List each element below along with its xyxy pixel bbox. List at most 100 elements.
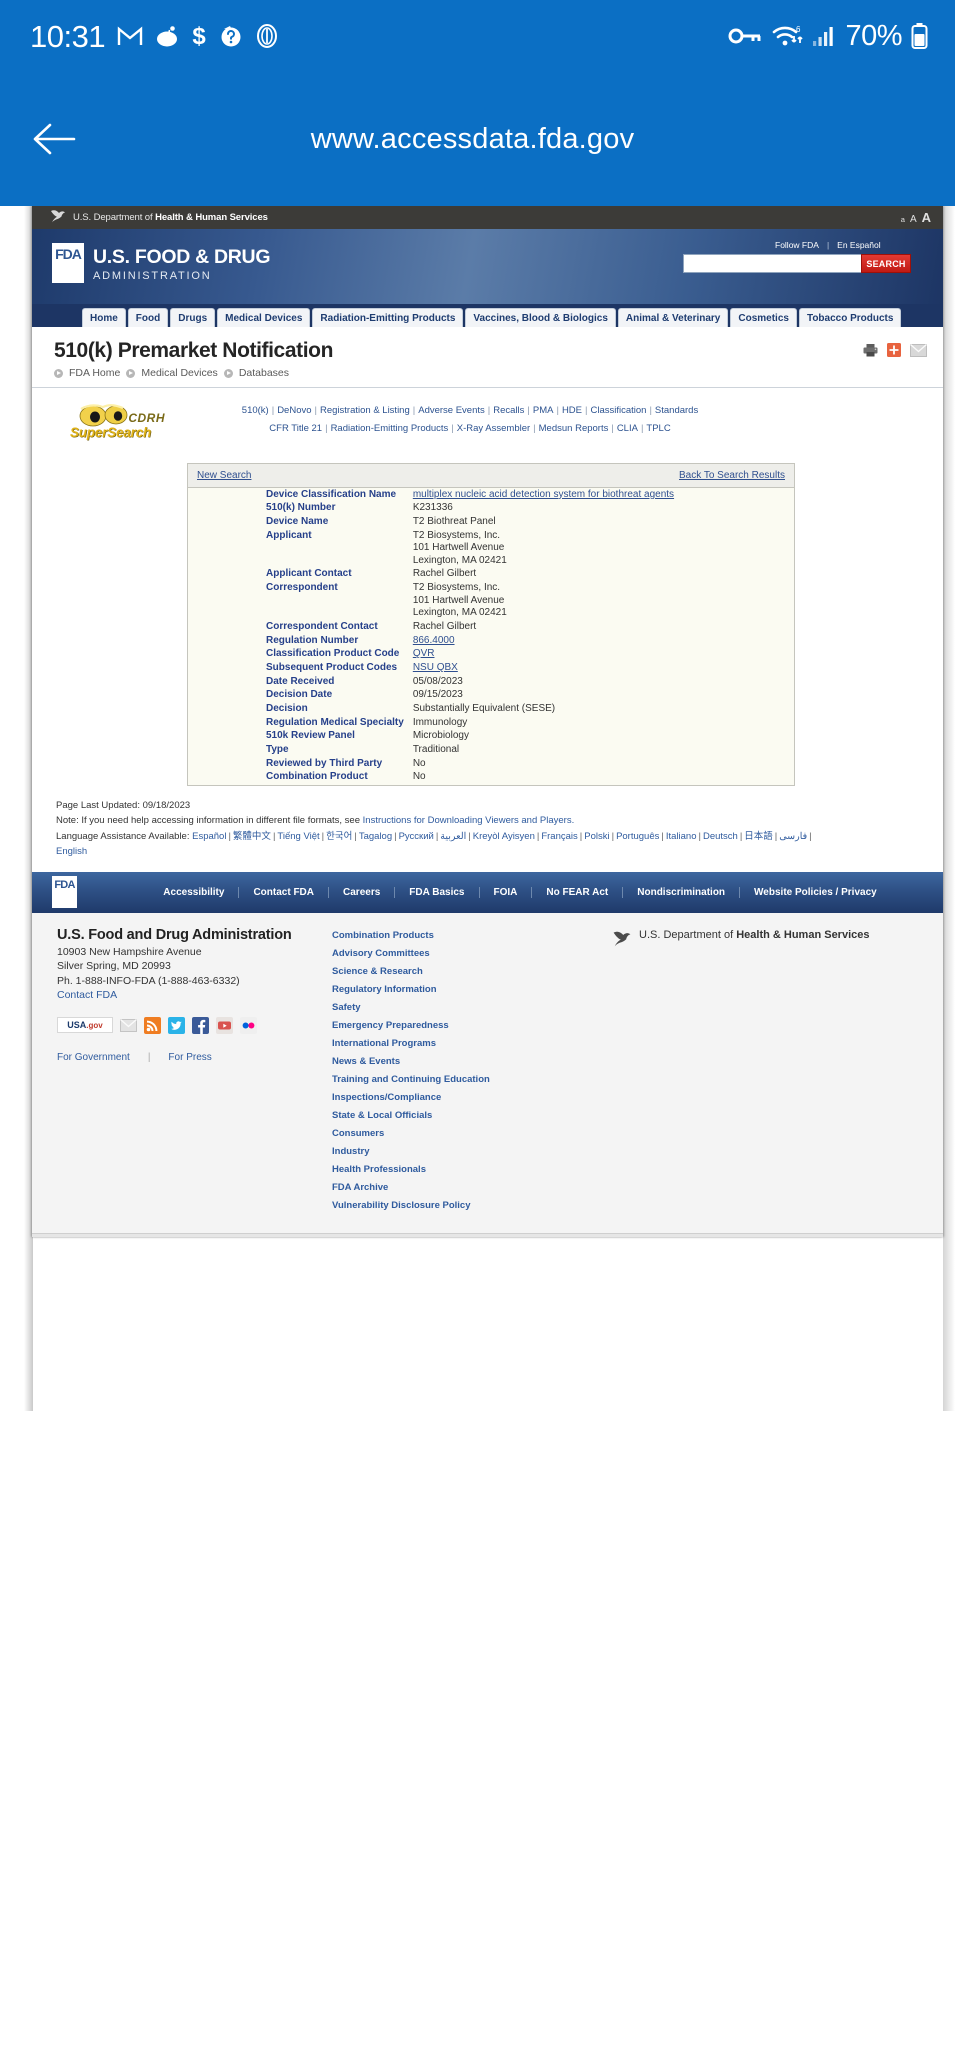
follow-fda-link[interactable]: Follow FDA [775, 240, 819, 250]
email-icon[interactable] [910, 343, 927, 362]
lang-chinese[interactable]: 繁體中文 [233, 831, 271, 842]
nav-tab-vaccines-blood-biologics[interactable]: Vaccines, Blood & Biologics [465, 308, 616, 327]
footer-link-website-policies-privacy[interactable]: Website Policies / Privacy [740, 887, 891, 898]
footer-link-no-fear-act[interactable]: No FEAR Act [532, 886, 624, 898]
nav-tab-drugs[interactable]: Drugs [170, 308, 216, 327]
footer-link-careers[interactable]: Careers [329, 886, 396, 898]
breadcrumb-item-fda-home[interactable]: FDA Home [69, 367, 120, 379]
lang-arabic[interactable]: العربية [440, 831, 466, 842]
search-button[interactable]: SEARCH [861, 254, 911, 273]
lang-russian[interactable]: Русский [399, 831, 434, 842]
footer-contact-fda-link[interactable]: Contact FDA [57, 989, 117, 1001]
footer-link-foia[interactable]: FOIA [480, 886, 533, 898]
footer-topic-health-professionals[interactable]: Health Professionals [332, 1161, 582, 1179]
lang-italian[interactable]: Italiano [666, 831, 697, 842]
cdrh-link-classification[interactable]: Classification [590, 405, 646, 416]
footer-link-contact-fda[interactable]: Contact FDA [239, 886, 330, 898]
download-viewers-link[interactable]: Instructions for Downloading Viewers and… [363, 815, 575, 826]
footer-topic-safety[interactable]: Safety [332, 999, 582, 1017]
footer-topic-inspections-compliance[interactable]: Inspections/Compliance [332, 1089, 582, 1107]
cdrh-link-xray-assembler[interactable]: X-Ray Assembler [457, 423, 530, 434]
bookmark-icon[interactable] [887, 343, 901, 362]
nav-tab-tobacco-products[interactable]: Tobacco Products [798, 308, 902, 327]
nav-tab-food[interactable]: Food [127, 308, 169, 327]
cdrh-link-clia[interactable]: CLIA [617, 423, 638, 434]
cdrh-link-adverse-events[interactable]: Adverse Events [418, 405, 485, 416]
lang-vietnamese[interactable]: Tiếng Việt [277, 831, 319, 842]
cdrh-link-cfr-title-21[interactable]: CFR Title 21 [269, 423, 322, 434]
nav-tab-cosmetics[interactable]: Cosmetics [730, 308, 797, 327]
footer-link-fda-basics[interactable]: FDA Basics [395, 886, 480, 898]
breadcrumb-item-databases[interactable]: Databases [239, 367, 289, 379]
footer-topic-regulatory-information[interactable]: Regulatory Information [332, 981, 582, 999]
cdrh-link-510k[interactable]: 510(k) [242, 405, 269, 416]
cdrh-link-denovo[interactable]: DeNovo [277, 405, 311, 416]
footer-topic-vulnerability-disclosure-policy[interactable]: Vulnerability Disclosure Policy [332, 1197, 582, 1215]
flickr-icon[interactable] [240, 1016, 257, 1034]
footer-topic-emergency-preparedness[interactable]: Emergency Preparedness [332, 1017, 582, 1035]
lang-english[interactable]: English [56, 846, 87, 857]
footer-topic-advisory-committees[interactable]: Advisory Committees [332, 945, 582, 963]
cdrh-link-registration-listing[interactable]: Registration & Listing [320, 405, 410, 416]
cdrh-link-medsun-reports[interactable]: Medsun Reports [539, 423, 609, 434]
nav-tab-animal-veterinary[interactable]: Animal & Veterinary [617, 308, 729, 327]
new-search-link[interactable]: New Search [197, 470, 251, 481]
cdrh-link-tplc[interactable]: TPLC [646, 423, 670, 434]
footer-link-accessibility[interactable]: Accessibility [149, 886, 240, 898]
en-espanol-link[interactable]: En Español [837, 240, 880, 250]
font-size-large[interactable]: A [922, 210, 931, 225]
device-classification-name-link[interactable]: multiplex nucleic acid detection system … [413, 489, 674, 500]
footer-topic-state-local-officials[interactable]: State & Local Officials [332, 1107, 582, 1125]
font-size-medium[interactable]: A [910, 214, 917, 225]
lang-tagalog[interactable]: Tagalog [359, 831, 392, 842]
footer-topic-combination-products[interactable]: Combination Products [332, 927, 582, 945]
font-size-small[interactable]: a [901, 215, 905, 224]
lang-polish[interactable]: Polski [584, 831, 609, 842]
browser-back-button[interactable] [30, 119, 78, 159]
subsequent-product-codes-link[interactable]: NSU QBX [413, 662, 458, 673]
footer-fda-logo[interactable]: FDA [52, 876, 77, 909]
email-icon[interactable] [120, 1017, 137, 1034]
footer-topic-industry[interactable]: Industry [332, 1143, 582, 1161]
print-icon[interactable] [863, 343, 878, 362]
for-government-link[interactable]: For Government [57, 1052, 130, 1063]
lang-farsi[interactable]: فارسی [779, 831, 807, 842]
youtube-icon[interactable] [216, 1016, 233, 1034]
footer-link-nondiscrimination[interactable]: Nondiscrimination [623, 886, 741, 898]
rss-icon[interactable] [144, 1016, 161, 1034]
cdrh-link-recalls[interactable]: Recalls [493, 405, 524, 416]
usagov-logo[interactable]: USA .gov [57, 1017, 113, 1034]
cdrh-link-radiation-emitting-products[interactable]: Radiation-Emitting Products [331, 423, 449, 434]
regulation-number-link[interactable]: 866.4000 [413, 635, 455, 646]
footer-topic-fda-archive[interactable]: FDA Archive [332, 1179, 582, 1197]
breadcrumb-item-medical-devices[interactable]: Medical Devices [141, 367, 217, 379]
footer-topic-news-events[interactable]: News & Events [332, 1053, 582, 1071]
search-input[interactable] [683, 254, 861, 273]
nav-tab-home[interactable]: Home [82, 308, 126, 327]
footer-topic-science-research[interactable]: Science & Research [332, 963, 582, 981]
lang-korean[interactable]: 한국어 [326, 831, 352, 842]
twitter-icon[interactable] [168, 1016, 185, 1034]
cdrh-link-standards[interactable]: Standards [655, 405, 698, 416]
lang-espanol[interactable]: Español [192, 831, 226, 842]
footer-topic-training-continuing-education[interactable]: Training and Continuing Education [332, 1071, 582, 1089]
nav-tab-medical-devices[interactable]: Medical Devices [217, 308, 311, 327]
lang-japanese[interactable]: 日本語 [744, 831, 773, 842]
url-text[interactable]: www.accessdata.fda.gov [0, 123, 955, 156]
fda-logo[interactable]: FDA U.S. FOOD & DRUG ADMINISTRATION [52, 243, 271, 283]
cdrh-supersearch-logo[interactable]: CDRH SuperSearch [67, 399, 167, 443]
footer-topic-international-programs[interactable]: International Programs [332, 1035, 582, 1053]
lang-french[interactable]: Français [541, 831, 577, 842]
lang-haitian-creole[interactable]: Kreyòl Ayisyen [473, 831, 535, 842]
classification-product-code-link[interactable]: QVR [413, 648, 435, 659]
for-press-link[interactable]: For Press [168, 1052, 211, 1063]
cdrh-link-hde[interactable]: HDE [562, 405, 582, 416]
back-to-search-results-link[interactable]: Back To Search Results [679, 470, 785, 481]
nav-tab-radiation-emitting-products[interactable]: Radiation-Emitting Products [312, 308, 464, 327]
font-size-controls[interactable]: a A A [901, 210, 931, 225]
facebook-icon[interactable] [192, 1016, 209, 1034]
lang-german[interactable]: Deutsch [703, 831, 738, 842]
lang-portuguese[interactable]: Português [616, 831, 659, 842]
footer-topic-consumers[interactable]: Consumers [332, 1125, 582, 1143]
cdrh-link-pma[interactable]: PMA [533, 405, 554, 416]
